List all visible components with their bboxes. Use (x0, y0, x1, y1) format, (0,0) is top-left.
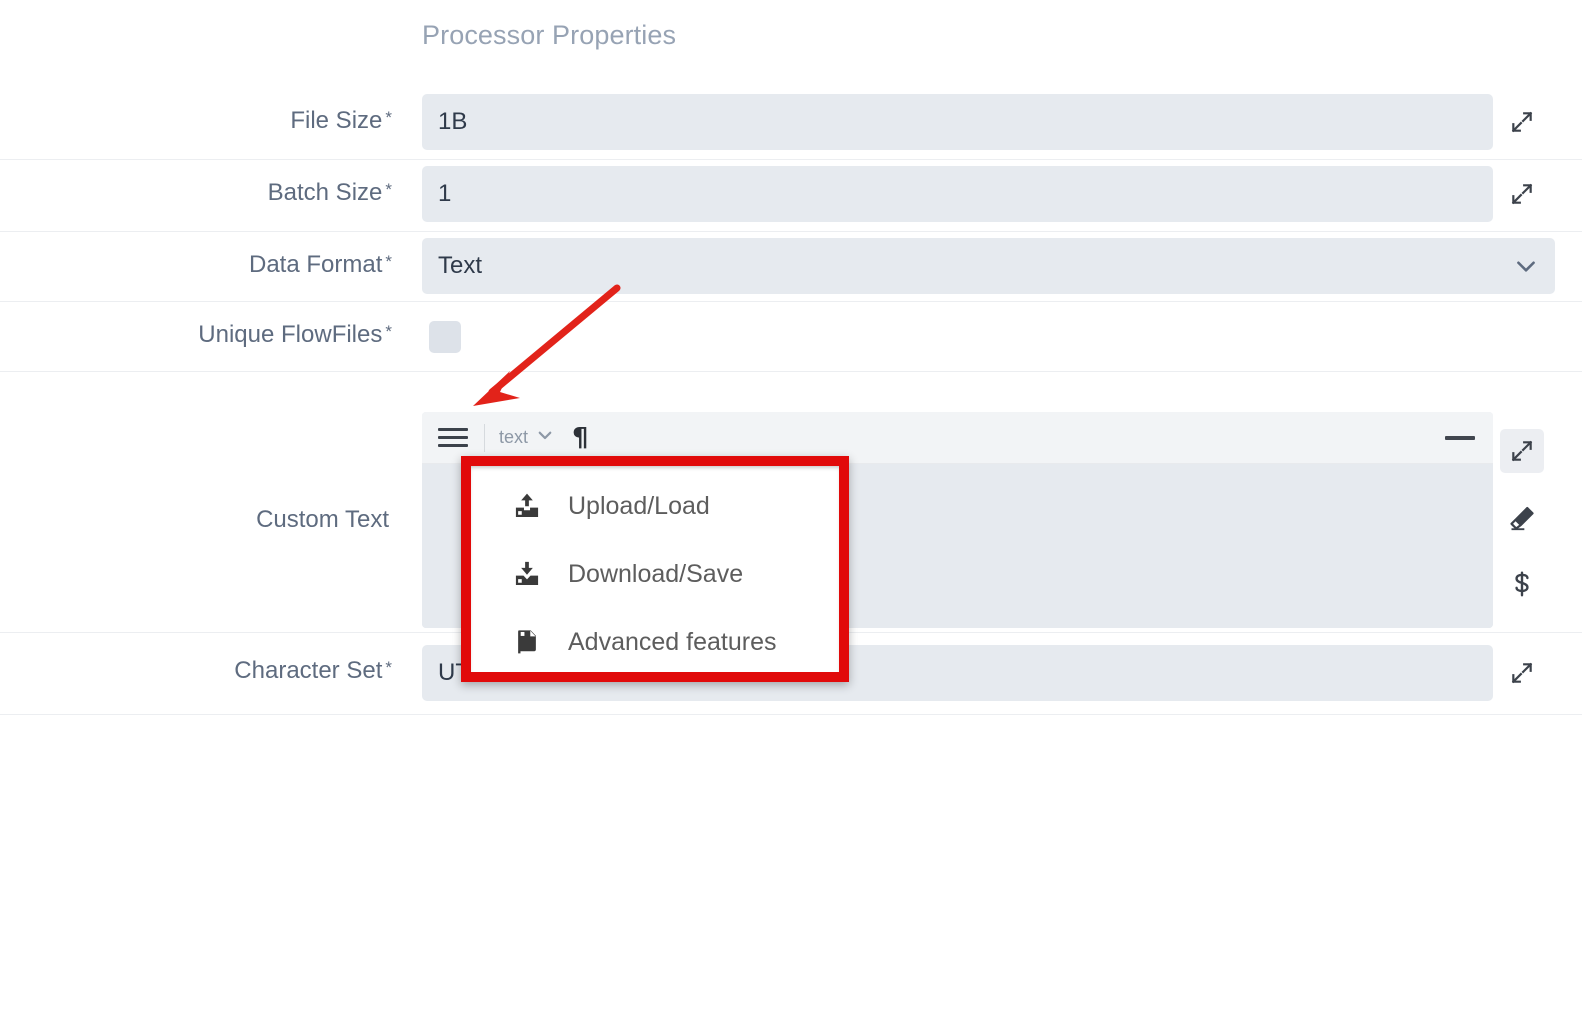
dollar-icon[interactable] (1500, 562, 1544, 606)
property-label-data-format: Data Format * (0, 251, 392, 279)
property-label-file-size: File Size * (0, 107, 392, 135)
hamburger-menu-icon[interactable] (436, 421, 470, 455)
property-label-unique-flowfiles: Unique FlowFiles * (0, 321, 392, 349)
property-row-batch-size: Batch Size * 1 (0, 160, 1582, 232)
required-asterisk: * (385, 108, 392, 127)
download-icon (513, 560, 541, 588)
property-label-character-set: Character Set * (0, 657, 392, 685)
property-row-file-size: File Size * 1B (0, 88, 1582, 160)
editor-mode-dropdown[interactable]: text (499, 426, 554, 449)
toolbar-divider (484, 423, 485, 452)
property-label-custom-text: Custom Text (0, 506, 392, 534)
required-asterisk: * (385, 180, 392, 199)
menu-item-label: Download/Save (568, 559, 744, 588)
file-size-input[interactable]: 1B (422, 94, 1493, 150)
expand-icon[interactable] (1500, 172, 1544, 216)
expand-icon[interactable] (1500, 100, 1544, 144)
menu-item-label: Advanced features (568, 627, 777, 656)
pilcrow-icon[interactable]: ¶ (572, 425, 589, 451)
label-text: Unique FlowFiles (198, 321, 383, 348)
editor-context-menu: Upload/Load Download/Save Advanced featu… (461, 456, 849, 682)
menu-item-advanced-features[interactable]: Advanced features (471, 608, 839, 676)
required-asterisk: * (385, 658, 392, 677)
editor-context-menu-list: Upload/Load Download/Save Advanced featu… (471, 466, 839, 672)
menu-item-label: Upload/Load (568, 491, 710, 520)
file-size-value: 1B (438, 108, 468, 135)
chevron-down-icon[interactable] (1505, 245, 1547, 287)
menu-item-upload-load[interactable]: Upload/Load (471, 472, 839, 540)
data-format-value: Text (438, 252, 483, 279)
label-text: Character Set (234, 657, 383, 684)
unique-flowfiles-checkbox[interactable] (429, 321, 461, 353)
label-text: Batch Size (267, 179, 383, 206)
property-row-unique-flowfiles: Unique FlowFiles * (0, 302, 1582, 372)
chevron-down-icon (536, 426, 554, 449)
batch-size-value: 1 (438, 180, 452, 207)
editor-mode-label: text (499, 427, 529, 447)
document-icon (513, 628, 541, 656)
page-title: Processor Properties (422, 20, 677, 50)
required-asterisk: * (385, 252, 392, 271)
minimize-icon[interactable] (1445, 435, 1475, 440)
label-text: Data Format (249, 251, 383, 278)
property-row-data-format: Data Format * Text (0, 232, 1582, 302)
data-format-select[interactable]: Text (422, 238, 1555, 294)
label-text: Custom Text (256, 506, 389, 533)
property-label-batch-size: Batch Size * (0, 179, 392, 207)
label-text: File Size (290, 107, 383, 134)
batch-size-input[interactable]: 1 (422, 166, 1493, 222)
eraser-icon[interactable] (1500, 496, 1544, 540)
menu-item-download-save[interactable]: Download/Save (471, 540, 839, 608)
processor-properties-panel: Processor Properties File Size * 1B Batch… (0, 0, 1582, 1018)
required-asterisk: * (385, 322, 392, 341)
upload-icon (513, 492, 541, 520)
expand-icon[interactable] (1500, 429, 1544, 473)
expand-icon[interactable] (1500, 651, 1544, 695)
